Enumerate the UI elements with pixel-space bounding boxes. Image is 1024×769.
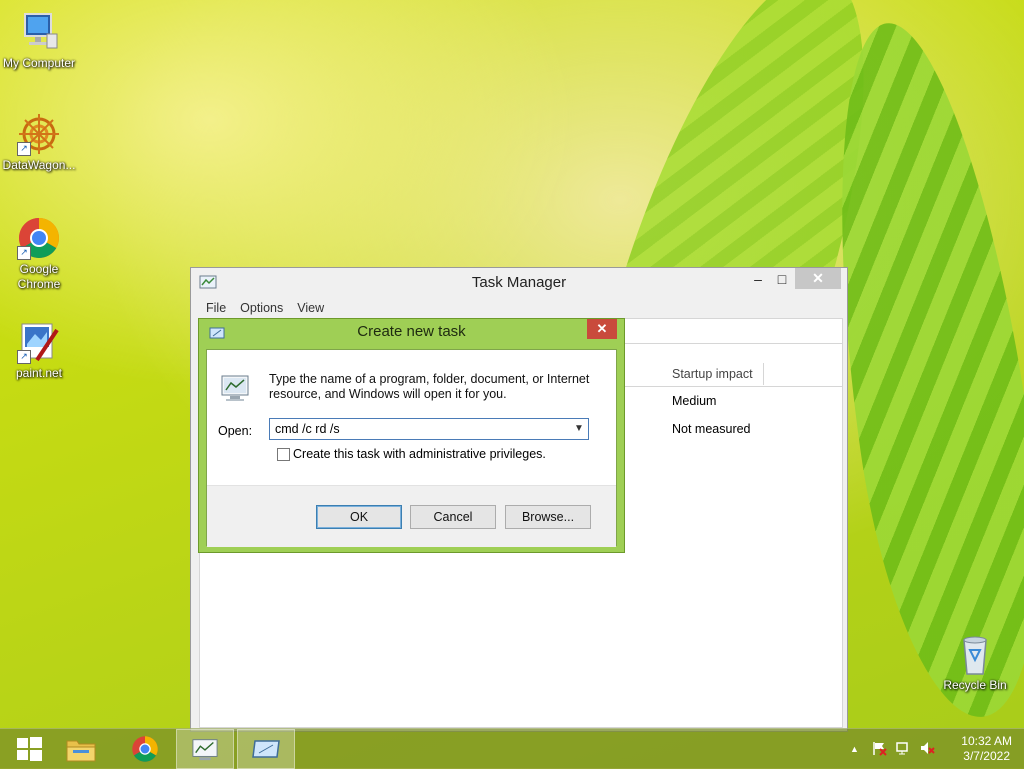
action-center-flag-icon[interactable] [871,740,887,759]
close-button[interactable]: ✕ [795,268,841,289]
shortcut-arrow-icon: ↗ [17,350,31,364]
windows-logo-icon [17,737,42,761]
menu-bar: File Options View [199,298,331,318]
browse-button[interactable]: Browse... [505,505,591,529]
system-tray: ▲ [850,729,935,769]
recycle-bin-icon [953,632,997,676]
chrome-icon: ↗ [17,216,61,260]
computer-icon [17,10,61,54]
dialog-close-button[interactable]: ✕ [587,319,617,339]
taskbar-run-dialog[interactable] [237,729,295,769]
ok-button[interactable]: OK [316,505,402,529]
shortcut-arrow-icon: ↗ [17,246,31,260]
shortcut-arrow-icon: ↗ [17,142,31,156]
volume-muted-icon[interactable] [919,740,935,759]
taskbar-chrome[interactable] [116,729,174,769]
start-button[interactable] [0,729,58,769]
open-combobox[interactable]: cmd /c rd /s ▼ [269,418,589,440]
maximize-button[interactable]: □ [767,268,797,290]
dialog-title: Create new task [357,323,466,340]
create-new-task-dialog[interactable]: Create new task ✕ Type the name of a pro… [198,318,625,553]
menu-view[interactable]: View [290,298,331,318]
clock-date: 3/7/2022 [963,749,1010,763]
desktop-icon-label: DataWagon... [2,158,76,172]
clock-time: 10:32 AM [961,734,1012,748]
desktop-icon-label: My Computer [2,56,76,70]
desktop-icon-my-computer[interactable]: My Computer [0,10,78,71]
open-label: Open: [218,424,253,438]
taskbar-task-manager[interactable] [176,729,234,769]
datawagon-icon: ↗ [17,112,61,156]
dialog-description: Type the name of a program, folder, docu… [269,372,590,401]
desktop-icon-label: paint.net [15,366,63,380]
run-icon [252,740,280,758]
desktop-icon-label: Google Chrome [17,262,61,291]
taskbar: ▲ 10:32 AM 3/7/2022 [0,728,1024,769]
show-hidden-icons-icon[interactable]: ▲ [850,744,859,754]
task-manager-icon [192,739,218,761]
admin-privileges-checkbox[interactable] [277,448,290,461]
paintnet-icon: ↗ [17,320,61,364]
desktop-icon-recycle-bin[interactable]: Recycle Bin [936,632,1014,693]
admin-privileges-label[interactable]: Create this task with administrative pri… [293,447,546,461]
network-icon[interactable] [895,740,911,759]
chrome-icon [132,736,158,762]
column-header-startup-impact[interactable]: Startup impact [666,363,764,385]
taskbar-file-explorer[interactable] [52,729,110,769]
desktop-icon-google-chrome[interactable]: ↗ Google Chrome [0,216,78,292]
run-program-icon [219,372,251,407]
folder-icon [66,740,96,762]
taskbar-clock[interactable]: 10:32 AM 3/7/2022 [961,734,1012,764]
startup-impact-cell: Medium [672,394,717,408]
startup-impact-cell: Not measured [672,422,751,436]
open-input-value[interactable]: cmd /c rd /s [275,422,340,436]
menu-options[interactable]: Options [233,298,290,318]
cancel-button[interactable]: Cancel [410,505,496,529]
chevron-down-icon[interactable]: ▼ [570,419,588,439]
dialog-content: Type the name of a program, folder, docu… [206,349,617,547]
menu-file[interactable]: File [199,298,233,318]
desktop-icon-label: Recycle Bin [943,678,1007,692]
desktop-icon-paintnet[interactable]: ↗ paint.net [0,320,78,381]
desktop-icon-datawagon[interactable]: ↗ DataWagon... [0,112,78,173]
